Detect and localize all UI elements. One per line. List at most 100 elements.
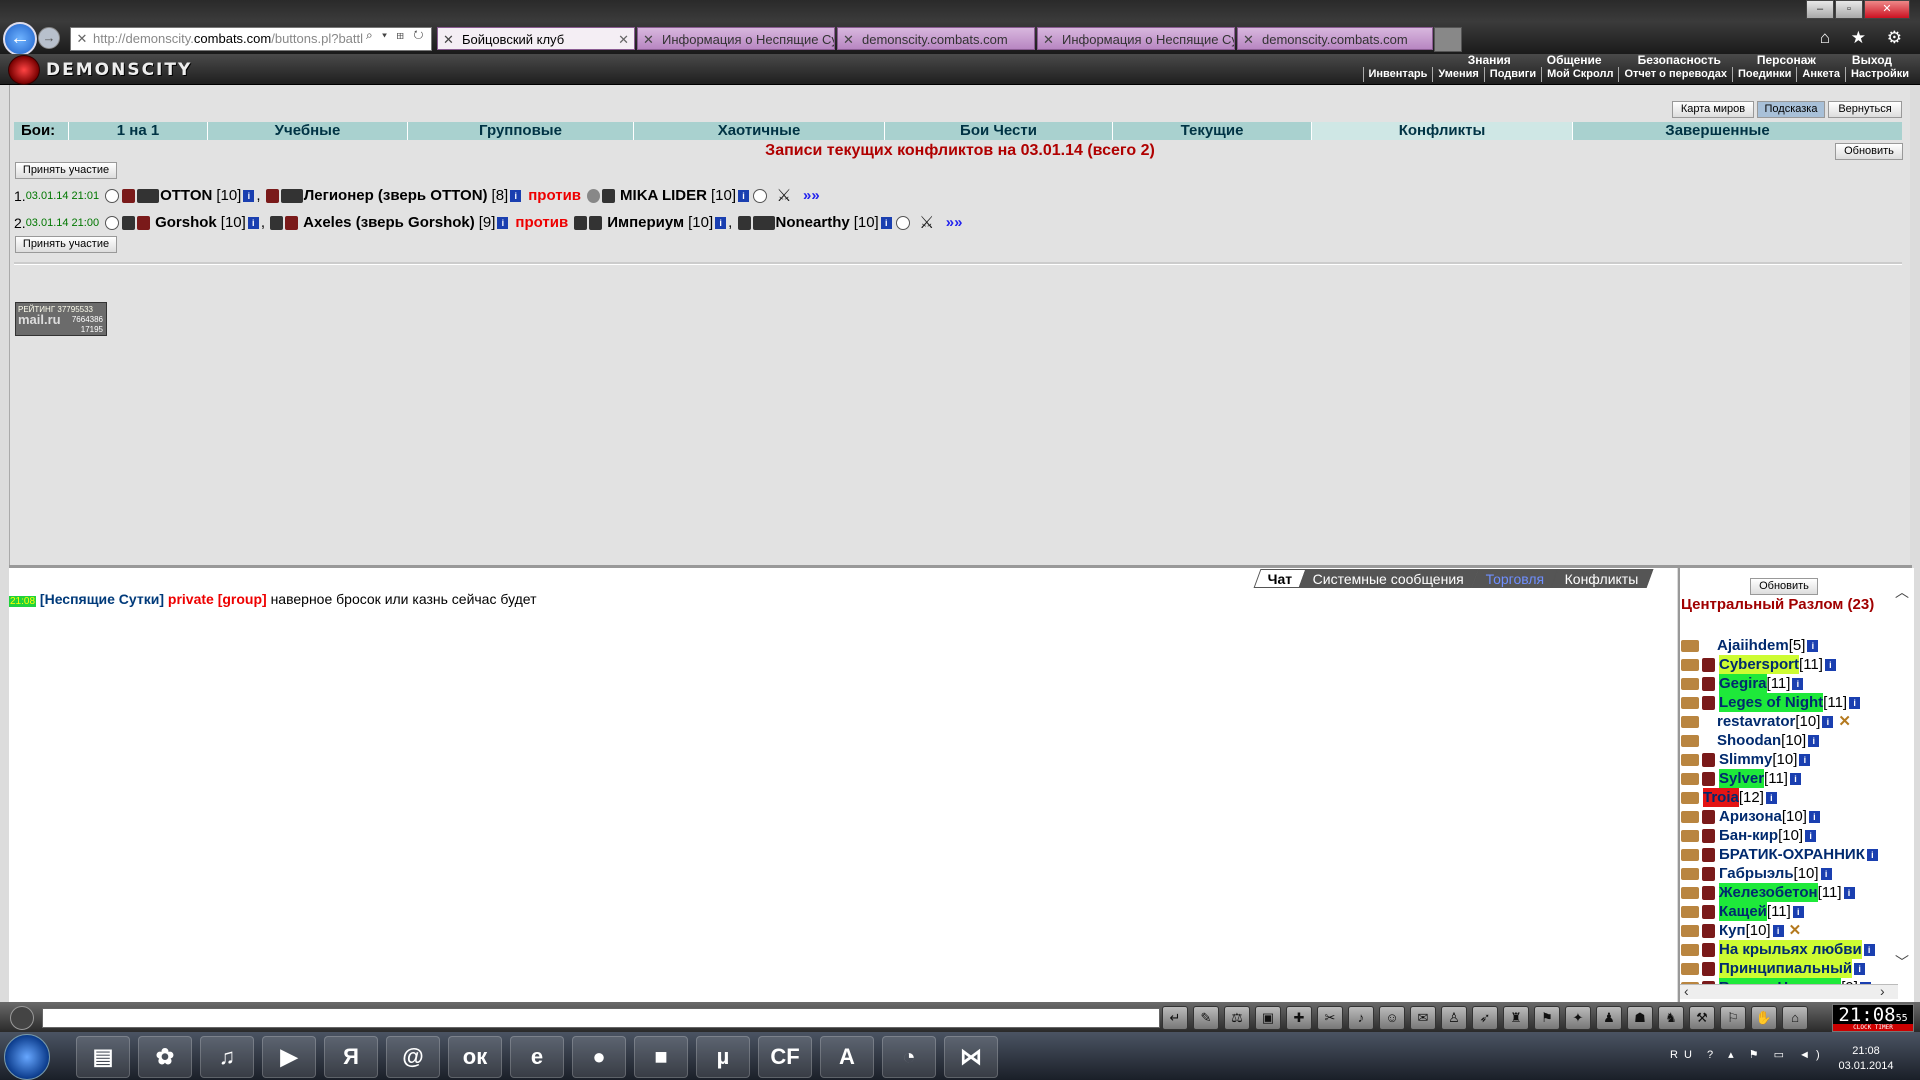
toolbar-action-icon[interactable]: ✚ — [1286, 1006, 1312, 1030]
toolbar-action-icon[interactable]: ☺ — [1379, 1006, 1405, 1030]
player-info-icon[interactable]: i — [1807, 639, 1819, 652]
address-tools-icon[interactable]: ⌕ ▾ ⊞ ↻ — [366, 28, 427, 43]
tab-close-icon[interactable]: ✕ — [618, 28, 629, 49]
online-user-name[interactable]: Бан-кир — [1719, 826, 1778, 845]
player-info-icon[interactable]: i — [1849, 696, 1861, 709]
tab-current[interactable]: Текущие — [1112, 122, 1311, 140]
menu-achievements[interactable]: Подвиги — [1483, 67, 1541, 82]
online-refresh-button[interactable]: Обновить — [1750, 578, 1818, 595]
private-message-icon[interactable] — [1681, 962, 1699, 975]
player-name[interactable]: Империум — [607, 212, 684, 234]
private-message-icon[interactable] — [1681, 943, 1699, 956]
private-message-icon[interactable] — [1681, 791, 1699, 804]
join-button[interactable]: Принять участие — [15, 236, 117, 253]
taskbar-app-icon[interactable]: ▤ — [76, 1036, 130, 1078]
crossed-swords-icon[interactable]: ⚔ — [775, 187, 793, 205]
message-time[interactable]: 21:08 — [9, 596, 37, 607]
scroll-up-icon[interactable]: ︿ — [1895, 582, 1909, 602]
scroll-down-icon[interactable]: ﹀ — [1895, 952, 1909, 972]
toolbar-action-icon[interactable]: ✋ — [1751, 1006, 1777, 1030]
chat-input[interactable] — [42, 1008, 1160, 1028]
private-message-icon[interactable] — [1681, 848, 1699, 861]
private-message-icon[interactable] — [1681, 734, 1699, 747]
toolbar-action-icon[interactable]: ☗ — [1627, 1006, 1653, 1030]
online-user-name[interactable]: Slimmy — [1719, 750, 1772, 769]
online-user-name[interactable]: Принципиальный — [1719, 959, 1853, 978]
side-b-radio[interactable] — [895, 216, 910, 230]
browser-tab-4[interactable]: ✕ Информация о Неспящие Су... — [1037, 27, 1235, 50]
player-info-icon[interactable]: i — [1792, 905, 1804, 918]
player-name[interactable]: OTTON — [160, 185, 212, 207]
player-info-icon[interactable]: i — [880, 217, 892, 229]
forward-button[interactable]: → — [38, 27, 60, 49]
toolbar-action-icon[interactable]: ▣ — [1255, 1006, 1281, 1030]
online-user-name[interactable]: Ajaiihdem — [1717, 636, 1789, 655]
private-message-icon[interactable] — [1681, 658, 1699, 671]
toolbar-action-icon[interactable]: ♪ — [1348, 1006, 1374, 1030]
player-info-icon[interactable]: i — [1866, 848, 1878, 861]
player-info-icon[interactable]: i — [1808, 734, 1820, 747]
online-hscrollbar[interactable]: ‹ › — [1680, 983, 1898, 999]
battle-details-link[interactable]: »» — [803, 185, 820, 207]
player-info-icon[interactable]: i — [1772, 924, 1784, 937]
message-private-tag[interactable]: private [group] — [168, 591, 267, 607]
taskbar-app-icon[interactable]: CF — [758, 1036, 812, 1078]
return-button[interactable]: Вернуться — [1828, 101, 1902, 118]
browser-tab-3[interactable]: ✕ demonscity.combats.com — [837, 27, 1035, 50]
rating-counter-badge[interactable]: РЕЙТИНГ 37795533 mail.ru 7664386 17195 — [15, 302, 107, 336]
menu-security[interactable]: Безопасность — [1620, 54, 1739, 67]
taskbar-app-icon[interactable]: ◔ — [882, 1036, 936, 1078]
menu-exit[interactable]: Выход — [1834, 54, 1910, 67]
player-info-icon[interactable]: i — [1765, 791, 1777, 804]
menu-knowledge[interactable]: Знания — [1450, 54, 1529, 67]
taskbar-app-icon[interactable]: Я — [324, 1036, 378, 1078]
online-user-name[interactable]: Leges of Night — [1719, 693, 1824, 712]
maximize-button[interactable]: ▫ — [1835, 0, 1863, 19]
taskbar-app-icon[interactable]: ● — [572, 1036, 626, 1078]
new-tab-button[interactable] — [1434, 27, 1462, 52]
taskbar-app-icon[interactable]: ♫ — [200, 1036, 254, 1078]
message-sender[interactable]: [Неспящие Сутки] — [40, 591, 164, 607]
scroll-left-icon[interactable]: ‹ — [1684, 983, 1689, 999]
toolbar-action-icon[interactable]: ⚑ — [1534, 1006, 1560, 1030]
private-message-icon[interactable] — [1681, 677, 1699, 690]
player-info-icon[interactable]: i — [1854, 962, 1866, 975]
start-button[interactable] — [4, 1034, 50, 1080]
player-info-icon[interactable]: i — [715, 217, 727, 229]
player-info-icon[interactable]: i — [243, 190, 255, 202]
tab-group[interactable]: Групповые — [407, 122, 633, 140]
online-user-name[interactable]: БРАТИК-ОХРАННИК — [1719, 845, 1865, 864]
browser-tab-1[interactable]: ✕ Бойцовский клуб ✕ — [437, 27, 635, 50]
taskbar-app-icon[interactable]: A — [820, 1036, 874, 1078]
toolbar-action-icon[interactable]: ↵ — [1162, 1006, 1188, 1030]
world-map-button[interactable]: Карта миров — [1672, 101, 1754, 118]
smiley-menu-icon[interactable] — [10, 1006, 34, 1030]
toolbar-action-icon[interactable]: ➶ — [1472, 1006, 1498, 1030]
battle-details-link[interactable]: »» — [946, 212, 963, 234]
player-info-icon[interactable]: i — [1805, 829, 1817, 842]
toolbar-action-icon[interactable]: ⚐ — [1720, 1006, 1746, 1030]
side-b-radio[interactable] — [753, 189, 768, 203]
system-tray[interactable]: RU ? ▴ ⚑ ▭ ◄) — [1670, 1048, 1826, 1061]
home-favorites-settings-icon[interactable]: ⌂ ★ ⚙ — [1820, 28, 1910, 48]
toolbar-action-icon[interactable]: ⚖ — [1224, 1006, 1250, 1030]
menu-skills[interactable]: Умения — [1432, 67, 1483, 82]
taskbar-app-icon[interactable]: @ — [386, 1036, 440, 1078]
private-message-icon[interactable] — [1681, 772, 1699, 785]
taskbar-app-icon[interactable]: ⋈ — [944, 1036, 998, 1078]
private-message-icon[interactable] — [1681, 696, 1699, 709]
player-info-icon[interactable]: i — [1824, 658, 1836, 671]
toolbar-action-icon[interactable]: ✂ — [1317, 1006, 1343, 1030]
crossed-swords-icon[interactable]: ⚔ — [918, 214, 936, 232]
player-info-icon[interactable]: i — [510, 190, 522, 202]
player-info-icon[interactable]: i — [1843, 886, 1855, 899]
tab-chaotic[interactable]: Хаотичные — [633, 122, 884, 140]
menu-duels[interactable]: Поединки — [1731, 67, 1796, 82]
toolbar-action-icon[interactable]: ⚒ — [1689, 1006, 1715, 1030]
player-info-icon[interactable]: i — [1820, 867, 1832, 880]
online-scrollbar[interactable]: ︿ ﹀ — [1895, 582, 1909, 982]
online-user-name[interactable]: Cybersport — [1719, 655, 1800, 674]
minimize-button[interactable]: – — [1806, 0, 1834, 19]
taskbar-app-icon[interactable]: e — [510, 1036, 564, 1078]
taskbar-app-icon[interactable]: µ — [696, 1036, 750, 1078]
